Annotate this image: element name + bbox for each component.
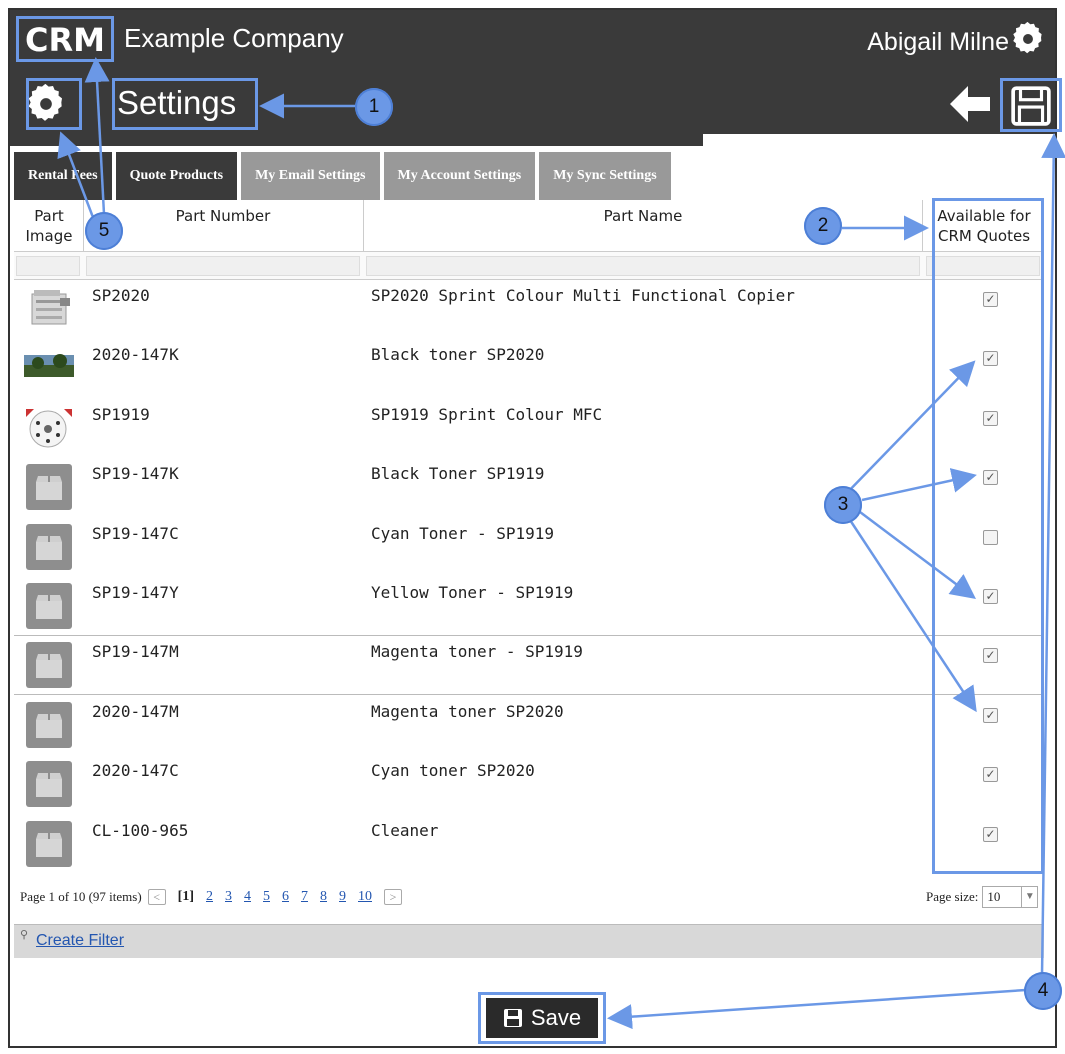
chevron-down-icon[interactable]: ▼ bbox=[1021, 887, 1037, 907]
page-size-value: 10 bbox=[987, 889, 1001, 904]
part-image bbox=[24, 403, 74, 451]
part-image bbox=[24, 522, 74, 570]
page-link[interactable]: 9 bbox=[339, 889, 346, 905]
table-row[interactable]: CL-100-965 Cleaner ✓ bbox=[14, 815, 1044, 874]
part-number: 2020-147C bbox=[92, 761, 179, 781]
part-number: SP19-147C bbox=[92, 523, 179, 543]
part-name: Cyan toner SP2020 bbox=[371, 761, 535, 781]
part-name: Black toner SP2020 bbox=[371, 345, 545, 365]
pager-summary: Page 1 of 10 (97 items) bbox=[20, 889, 142, 904]
tab-my-account-settings[interactable]: My Account Settings bbox=[383, 152, 536, 200]
page-link[interactable]: 5 bbox=[263, 889, 270, 905]
page-size-label: Page size: bbox=[926, 889, 979, 904]
table-row[interactable]: 2020-147K Black toner SP2020 ✓ bbox=[14, 339, 1044, 398]
page-link[interactable]: 10 bbox=[358, 889, 372, 905]
pager: Page 1 of 10 (97 items) < [1] 2 3 4 5 6 … bbox=[20, 884, 1050, 910]
page-link[interactable]: 2 bbox=[206, 889, 213, 905]
part-number: SP1919 bbox=[92, 404, 150, 424]
page-link[interactable]: 8 bbox=[320, 889, 327, 905]
highlight-save-icon bbox=[1000, 78, 1062, 132]
filter-icon: ⚲ bbox=[20, 929, 29, 941]
page-link[interactable]: 3 bbox=[225, 889, 232, 905]
part-name: Yellow Toner - SP1919 bbox=[371, 583, 574, 602]
part-number: CL-100-965 bbox=[92, 820, 189, 840]
part-image bbox=[24, 581, 74, 629]
part-image bbox=[24, 640, 74, 689]
highlight-settings-gear bbox=[26, 78, 82, 130]
annotation-badge-5: 5 bbox=[85, 212, 123, 250]
header-text: Image bbox=[25, 227, 73, 245]
top-header: CRM Example Company Abigail Milne bbox=[10, 10, 1055, 66]
filter-input-name[interactable] bbox=[366, 256, 920, 276]
annotation-badge-2: 2 bbox=[804, 207, 842, 245]
highlight-save-button bbox=[478, 992, 606, 1044]
screenshot-frame: CRM Example Company Abigail Milne Settin… bbox=[0, 0, 1065, 1054]
part-image bbox=[24, 700, 74, 748]
part-name: SP1919 Sprint Colour MFC bbox=[371, 404, 603, 424]
create-filter-link[interactable]: Create Filter bbox=[36, 932, 124, 950]
part-image bbox=[24, 759, 74, 808]
part-number: SP19-147M bbox=[92, 642, 179, 662]
highlight-available-column bbox=[932, 198, 1044, 874]
highlight-logo bbox=[16, 16, 114, 62]
part-name: Black Toner SP1919 bbox=[371, 464, 545, 484]
table-row[interactable]: SP2020 SP2020 Sprint Colour Multi Functio… bbox=[14, 280, 1044, 339]
highlight-settings-title bbox=[112, 78, 258, 130]
settings-bar-notch bbox=[703, 134, 1055, 146]
next-page-button[interactable]: > bbox=[384, 889, 402, 905]
column-header-part-number[interactable]: Part Number bbox=[84, 200, 362, 252]
annotation-badge-4: 4 bbox=[1024, 972, 1062, 1010]
current-page: [1] bbox=[177, 889, 194, 904]
part-name: Magenta toner SP2020 bbox=[371, 701, 564, 721]
gear-icon[interactable] bbox=[1011, 21, 1045, 56]
part-number: 2020-147M bbox=[92, 701, 179, 721]
tab-my-email-settings[interactable]: My Email Settings bbox=[241, 152, 380, 200]
prev-page-button[interactable]: < bbox=[147, 889, 166, 905]
page-link[interactable]: 7 bbox=[301, 889, 308, 905]
tab-rental-fees[interactable]: Rental Fees bbox=[14, 152, 112, 200]
part-image bbox=[24, 819, 74, 867]
table-row[interactable]: SP1919 SP1919 Sprint Colour MFC ✓ bbox=[14, 399, 1044, 458]
annotation-badge-1: 1 bbox=[355, 88, 393, 126]
page-size: Page size: 10 ▼ bbox=[926, 886, 1039, 908]
page-link[interactable]: 6 bbox=[282, 889, 289, 905]
part-number: SP2020 bbox=[92, 286, 150, 305]
annotation-badge-3: 3 bbox=[824, 486, 862, 524]
part-name: Cyan Toner - SP1919 bbox=[371, 523, 555, 543]
part-image bbox=[24, 462, 74, 511]
part-number: 2020-147K bbox=[92, 345, 179, 365]
user-name[interactable]: Abigail Milne bbox=[867, 26, 1009, 58]
filter-bar: ⚲ Create Filter bbox=[14, 924, 1044, 958]
company-name: Example Company bbox=[124, 23, 344, 53]
table-row[interactable]: SP19-147K Black Toner SP1919 ✓ bbox=[14, 458, 1044, 517]
table-row[interactable]: SP19-147M Magenta toner - SP1919 ✓ bbox=[14, 636, 1044, 696]
settings-tabs: Rental Fees Quote Products My Email Sett… bbox=[14, 152, 675, 200]
page-size-select[interactable]: 10 ▼ bbox=[982, 886, 1039, 908]
part-name: SP2020 Sprint Colour Multi Functional Co… bbox=[371, 286, 795, 305]
table-row[interactable]: SP19-147Y Yellow Toner - SP1919 ✓ bbox=[14, 577, 1044, 636]
table-row[interactable]: SP19-147C Cyan Toner - SP1919 bbox=[14, 518, 1044, 577]
filter-input-number[interactable] bbox=[86, 256, 360, 276]
column-header-part-image[interactable]: Part Image bbox=[14, 200, 84, 252]
filter-input-image[interactable] bbox=[16, 256, 80, 276]
filter-row bbox=[14, 252, 1044, 280]
tab-quote-products[interactable]: Quote Products bbox=[115, 152, 238, 200]
part-number: SP19-147K bbox=[92, 464, 179, 484]
table-row[interactable]: 2020-147M Magenta toner SP2020 ✓ bbox=[14, 696, 1044, 755]
table-row[interactable]: 2020-147C Cyan toner SP2020 ✓ bbox=[14, 755, 1044, 814]
grid-header: Part Image Part Number Part Name Availab… bbox=[14, 200, 1044, 280]
part-number: SP19-147Y bbox=[92, 583, 179, 602]
header-text: Part bbox=[34, 207, 64, 225]
back-arrow-icon[interactable] bbox=[946, 80, 994, 128]
part-image bbox=[24, 343, 74, 391]
part-name: Cleaner bbox=[371, 820, 439, 840]
part-name: Magenta toner - SP1919 bbox=[371, 642, 583, 662]
part-image bbox=[24, 284, 74, 332]
page-link[interactable]: 4 bbox=[244, 889, 251, 905]
tab-my-sync-settings[interactable]: My Sync Settings bbox=[539, 152, 671, 200]
